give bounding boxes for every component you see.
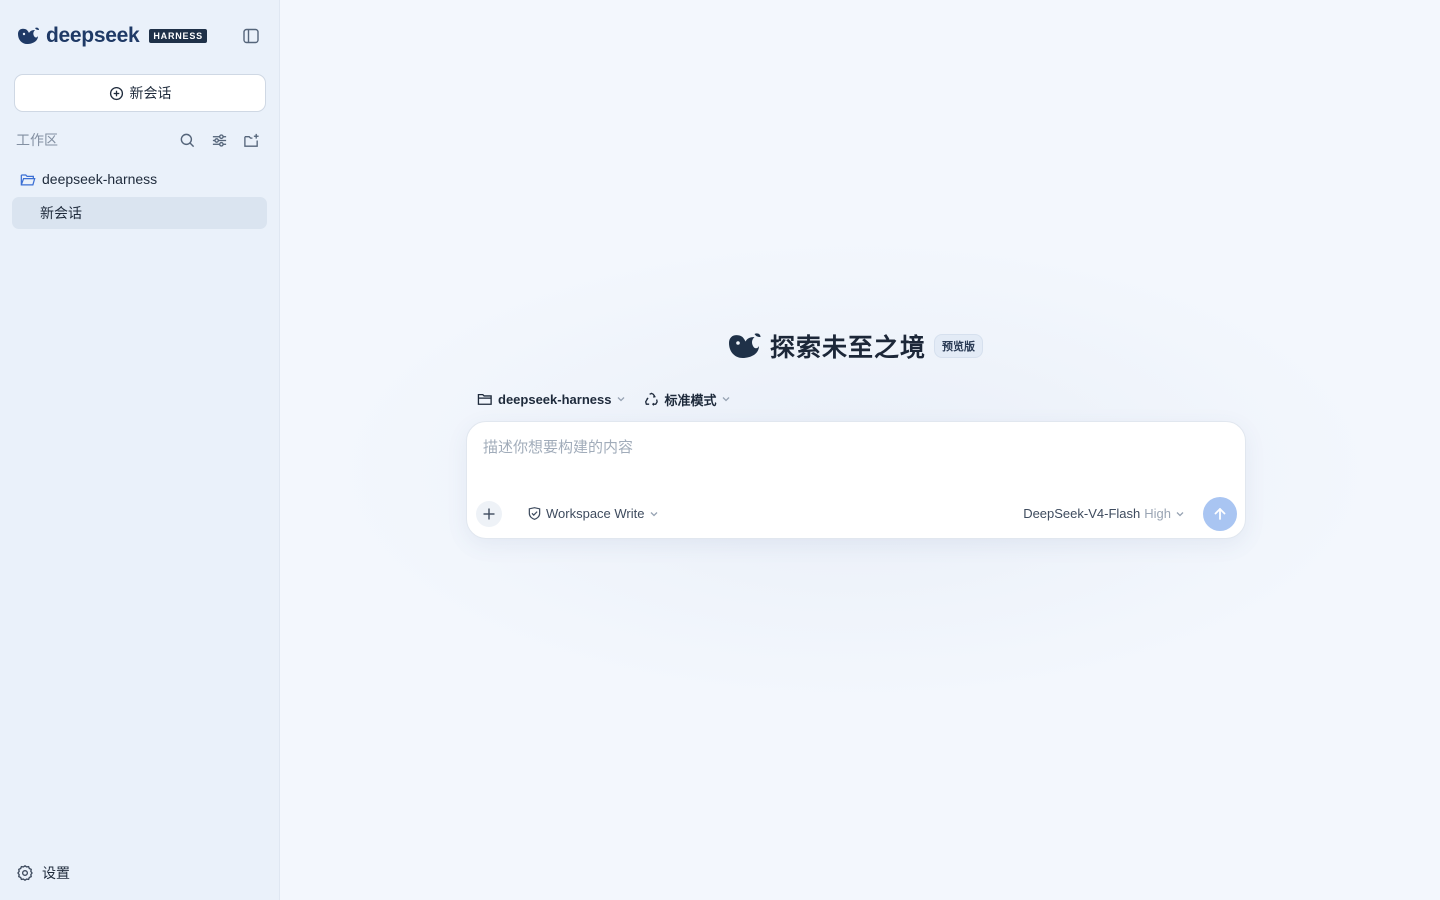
new-chat-label: 新会话 [129,85,172,101]
session-label: 新会话 [40,205,82,221]
brand-row: deepseek HARNESS [12,0,267,72]
arrow-up-icon [1214,508,1226,520]
filter-button[interactable] [207,128,231,152]
folder-open-icon [20,173,36,185]
shield-check-icon [528,507,541,520]
send-button[interactable] [1203,497,1237,531]
workspace-header: 工作区 [12,128,267,152]
hero-title: 探索未至之境 [770,334,927,362]
model-level: High [1144,506,1171,521]
permission-selector[interactable]: Workspace Write [527,506,659,521]
search-icon [180,133,194,147]
mode-selector-label: 标准模式 [664,392,717,408]
brand-logo: deepseek HARNESS [16,24,207,48]
plus-icon [483,508,495,520]
permission-label: Workspace Write [546,506,645,521]
search-button[interactable] [175,128,199,152]
toggle-sidebar-button[interactable] [239,24,263,48]
prompt-composer: Workspace Write DeepSeek-V4-Flash High [466,421,1246,539]
model-selector[interactable]: DeepSeek-V4-Flash High [1023,506,1185,521]
folder-plus-icon [243,133,259,147]
model-name: DeepSeek-V4-Flash [1023,506,1141,521]
folder-icon [477,393,492,405]
sidebar: deepseek HARNESS 新会话 工作区 deepseek-harnes… [0,0,280,900]
project-name: deepseek-harness [42,171,158,187]
project-selector[interactable]: deepseek-harness [477,389,626,409]
whale-logo-icon [729,333,761,358]
preview-badge: 预览版 [934,334,984,358]
settings-label: 设置 [42,865,70,881]
context-selectors: deepseek-harness 标准模式 [477,389,731,409]
main-area: 探索未至之境 预览版 deepseek-harness 标准模式 描述你想要构建… [280,0,1440,900]
session-item[interactable]: 新会话 [12,197,267,229]
chevron-down-icon [1176,511,1184,516]
attach-button[interactable] [476,501,502,527]
new-chat-button[interactable]: 新会话 [14,74,266,112]
gear-icon [17,864,33,882]
settings-button[interactable]: 设置 [16,860,70,886]
chevron-down-icon [650,511,657,516]
workspace-label: 工作区 [16,132,58,148]
new-folder-button[interactable] [239,128,263,152]
sidebar-item-project[interactable]: deepseek-harness [12,167,267,191]
sidebar-panel-icon [243,28,259,44]
project-selector-label: deepseek-harness [498,391,612,407]
workspace-tools [175,128,263,152]
whale-logo-icon [18,27,39,44]
sliders-icon [212,133,226,147]
brand-tag: HARNESS [149,29,207,43]
brand-name: deepseek [46,24,140,47]
plus-circle-icon [109,86,123,100]
chevron-down-icon [617,397,625,402]
chevron-down-icon [723,397,730,402]
prompt-input[interactable] [483,436,1223,476]
app-window: deepseek HARNESS 新会话 工作区 deepseek-harnes… [0,0,1440,900]
recycle-icon [645,392,659,406]
hero-heading: 探索未至之境 预览版 [726,328,984,364]
mode-selector[interactable]: 标准模式 [644,389,731,409]
